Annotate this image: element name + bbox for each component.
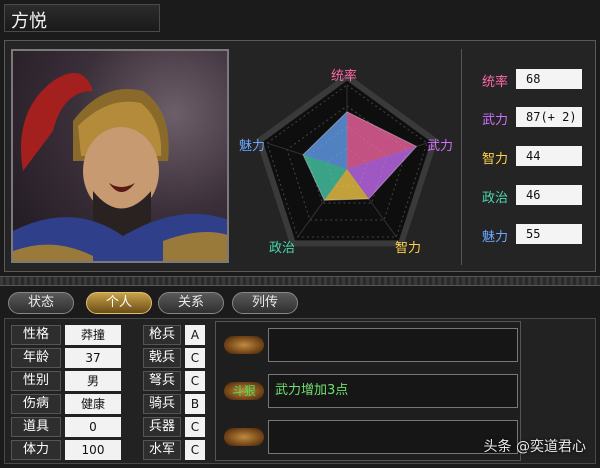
attr-row-age: 年龄 37 bbox=[11, 348, 123, 368]
stat-row-charisma: 魅力 55 bbox=[476, 224, 586, 246]
stat-label: 统率 bbox=[482, 75, 509, 90]
aptitude-key: 骑兵 bbox=[143, 394, 181, 414]
attr-key: 伤病 bbox=[11, 394, 61, 414]
aptitude-grade: B bbox=[185, 394, 205, 414]
skill-description bbox=[268, 420, 518, 454]
aptitude-row-crossbow: 弩兵 C bbox=[137, 371, 209, 391]
skill-slot-1[interactable] bbox=[220, 328, 520, 364]
skill-badge bbox=[224, 336, 264, 354]
stat-row-leadership: 统率 68 bbox=[476, 69, 586, 91]
aptitude-row-halberd: 戟兵 C bbox=[137, 348, 209, 368]
aptitude-key: 兵器 bbox=[143, 417, 181, 437]
stat-label: 武力 bbox=[482, 113, 509, 128]
stats-panel: 统率 68 武力 87(+ 2) 智力 44 政治 46 魅力 55 bbox=[461, 49, 591, 265]
skill-description: 武力增加3点 bbox=[268, 374, 518, 408]
aptitude-grade: C bbox=[185, 371, 205, 391]
attr-value: 健康 bbox=[65, 394, 121, 414]
attr-key: 性别 bbox=[11, 371, 61, 391]
attr-value: 37 bbox=[65, 348, 121, 368]
title-bar: 方悦 bbox=[4, 4, 160, 32]
radar-label-war: 武力 bbox=[427, 139, 454, 154]
attribute-list: 性格 莽撞 年龄 37 性别 男 伤病 健康 道具 0 体力 100 bbox=[11, 323, 123, 461]
aptitude-grade: C bbox=[185, 440, 205, 460]
radar-label-politics: 政治 bbox=[269, 241, 296, 256]
aptitude-key: 戟兵 bbox=[143, 348, 181, 368]
aptitude-row-cavalry: 骑兵 B bbox=[137, 394, 209, 414]
attr-key: 道具 bbox=[11, 417, 61, 437]
radar-label-intelligence: 智力 bbox=[395, 241, 422, 256]
skill-badge bbox=[224, 428, 264, 446]
stat-value: 46 bbox=[516, 185, 582, 205]
stat-label: 智力 bbox=[482, 152, 509, 167]
ability-radar-chart: 统率 武力 智力 政治 魅力 bbox=[237, 41, 457, 271]
officer-name: 方悦 bbox=[11, 11, 47, 32]
aptitude-key: 弩兵 bbox=[143, 371, 181, 391]
watermark: 头条 @奕道君心 bbox=[483, 439, 586, 455]
special-skill-list: 斗狠 武力增加3点 bbox=[215, 321, 521, 461]
skill-badge: 斗狠 bbox=[224, 382, 264, 400]
stat-value: 55 bbox=[516, 224, 582, 244]
tab-relations[interactable]: 关系 bbox=[158, 292, 224, 314]
attr-value: 男 bbox=[65, 371, 121, 391]
radar-label-charisma: 魅力 bbox=[239, 139, 266, 154]
section-divider bbox=[0, 276, 600, 286]
aptitude-key: 枪兵 bbox=[143, 325, 181, 345]
attr-row-personality: 性格 莽撞 bbox=[11, 325, 123, 345]
skill-slot-3[interactable] bbox=[220, 420, 520, 456]
tab-biography[interactable]: 列传 bbox=[232, 292, 298, 314]
stat-value: 68 bbox=[516, 69, 582, 89]
attr-key: 年龄 bbox=[11, 348, 61, 368]
troop-aptitude-list: 枪兵 A 戟兵 C 弩兵 C 骑兵 B 兵器 C 水军 C bbox=[137, 323, 209, 461]
attr-row-gender: 性别 男 bbox=[11, 371, 123, 391]
aptitude-grade: C bbox=[185, 348, 205, 368]
officer-portrait bbox=[11, 49, 229, 263]
radar-label-leadership: 统率 bbox=[331, 69, 358, 84]
stat-row-war: 武力 87(+ 2) bbox=[476, 107, 586, 129]
officer-top-panel: 统率 武力 智力 政治 魅力 统率 68 武力 87(+ 2) 智力 44 政治… bbox=[4, 40, 596, 272]
skill-description bbox=[268, 328, 518, 362]
attr-value: 0 bbox=[65, 417, 121, 437]
attr-row-stamina: 体力 100 bbox=[11, 440, 123, 460]
stat-row-politics: 政治 46 bbox=[476, 185, 586, 207]
tab-personal[interactable]: 个人 bbox=[86, 292, 152, 314]
attr-value: 100 bbox=[65, 440, 121, 460]
aptitude-row-siege: 兵器 C bbox=[137, 417, 209, 437]
aptitude-grade: A bbox=[185, 325, 205, 345]
aptitude-grade: C bbox=[185, 417, 205, 437]
aptitude-row-navy: 水军 C bbox=[137, 440, 209, 460]
skill-slot-2[interactable]: 斗狠 武力增加3点 bbox=[220, 374, 520, 410]
stat-row-intelligence: 智力 44 bbox=[476, 146, 586, 168]
attr-key: 性格 bbox=[11, 325, 61, 345]
attr-row-injury: 伤病 健康 bbox=[11, 394, 123, 414]
aptitude-key: 水军 bbox=[143, 440, 181, 460]
attr-row-items: 道具 0 bbox=[11, 417, 123, 437]
stat-label: 政治 bbox=[482, 191, 509, 206]
attr-value: 莽撞 bbox=[65, 325, 121, 345]
stat-value: 87(+ 2) bbox=[516, 107, 582, 127]
stat-value: 44 bbox=[516, 146, 582, 166]
attr-key: 体力 bbox=[11, 440, 61, 460]
tab-status[interactable]: 状态 bbox=[8, 292, 74, 314]
info-tabs: 状态 个人 关系 列传 bbox=[4, 292, 324, 316]
aptitude-row-spear: 枪兵 A bbox=[137, 325, 209, 345]
stat-label: 魅力 bbox=[482, 230, 509, 245]
portrait-illustration bbox=[13, 73, 227, 261]
